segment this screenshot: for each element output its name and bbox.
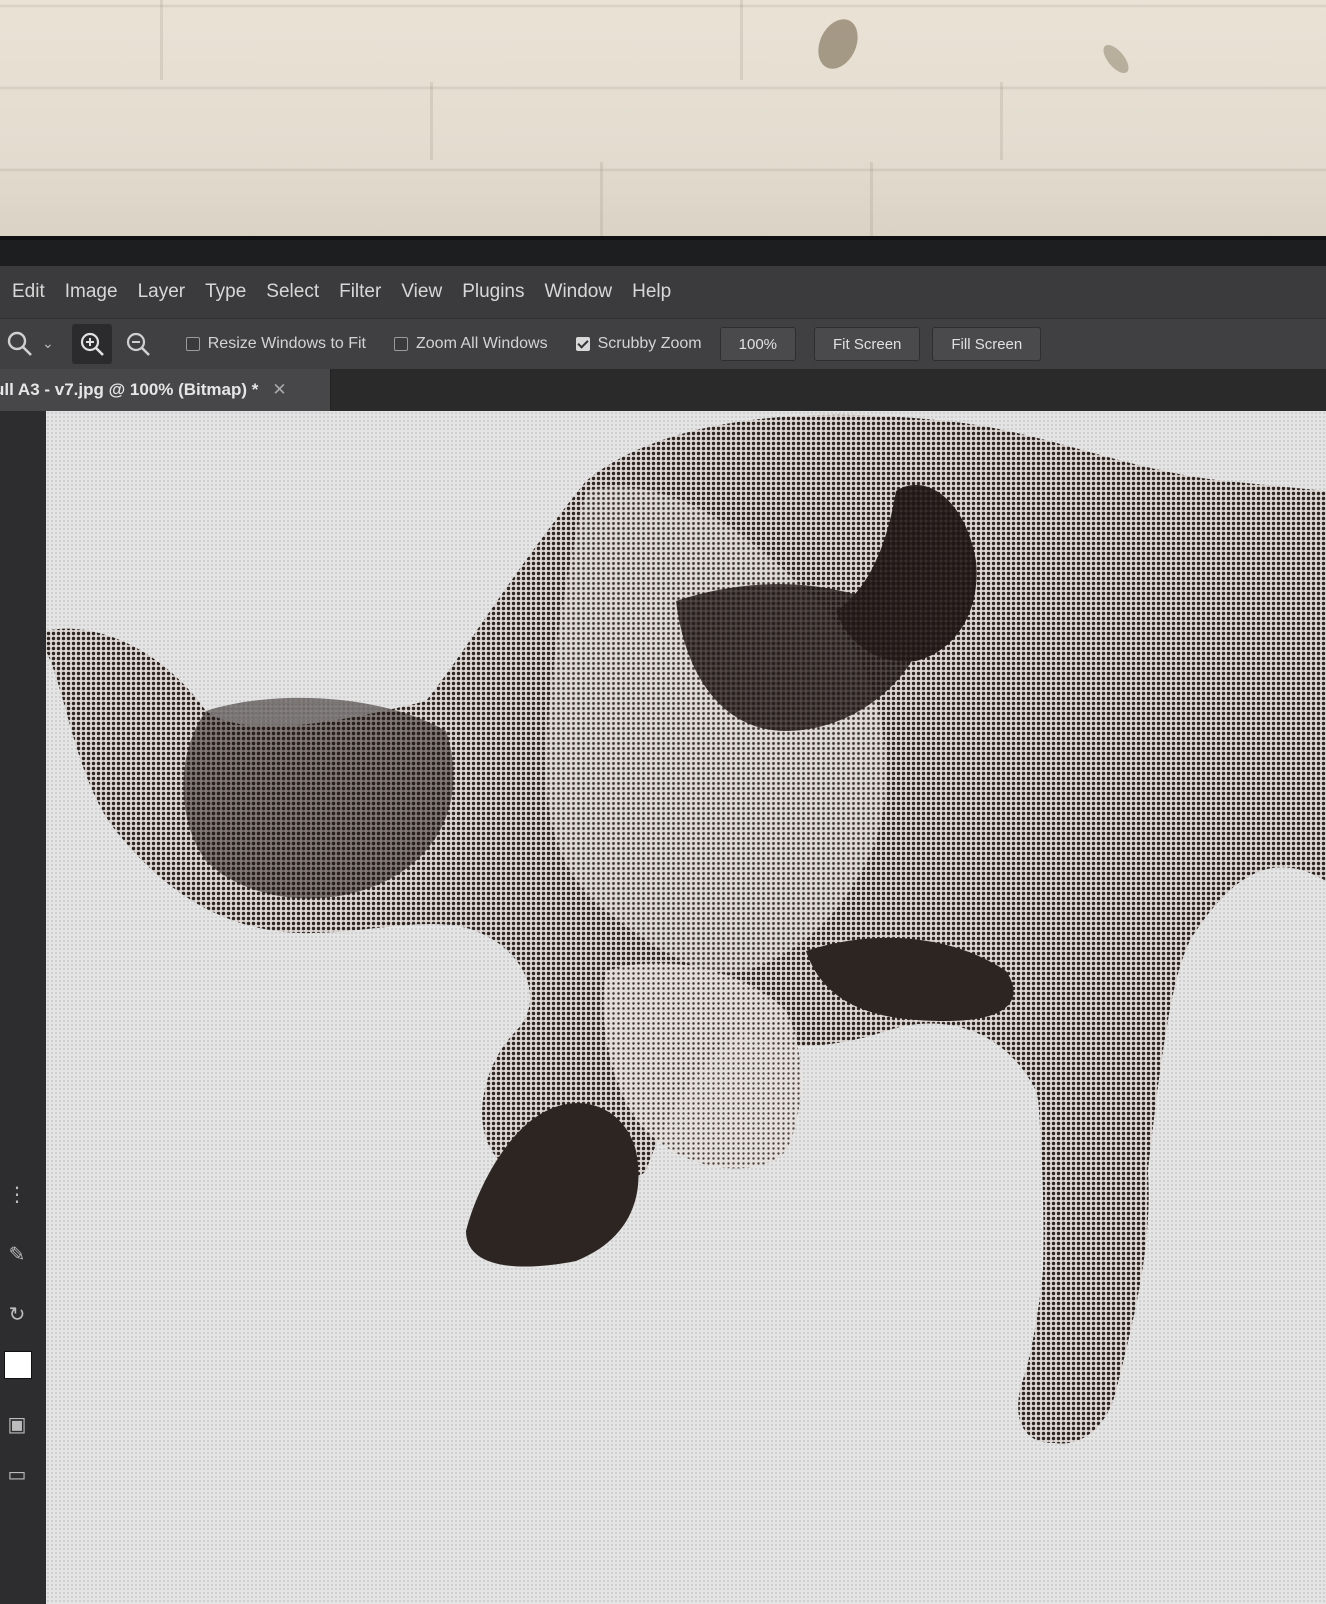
menu-filter[interactable]: Filter (331, 277, 389, 307)
rotate-view-icon[interactable]: ↻ (4, 1301, 30, 1327)
fill-screen-button[interactable]: Fill Screen (932, 327, 1042, 361)
menu-layer[interactable]: Layer (130, 277, 194, 307)
resize-windows-option[interactable]: Resize Windows to Fit (185, 335, 366, 353)
scrubby-zoom-checkbox[interactable] (575, 337, 590, 351)
wall-joint (160, 0, 163, 80)
wall-joint (600, 162, 603, 240)
wall-joint (430, 82, 433, 160)
document-tab-bar: ull A3 - v7.jpg @ 100% (Bitmap) * ✕ (0, 369, 1326, 411)
menu-view[interactable]: View (393, 277, 450, 307)
menu-window[interactable]: Window (537, 277, 621, 307)
zoom-out-icon[interactable] (118, 324, 158, 364)
tool-icon[interactable]: ⋮ (4, 1181, 30, 1207)
monitor: Edit Image Layer Type Select Filter View… (0, 236, 1326, 1604)
background-wall (0, 0, 1326, 250)
quick-mask-icon[interactable]: ▣ (4, 1411, 30, 1437)
menu-plugins[interactable]: Plugins (454, 277, 532, 307)
menu-type[interactable]: Type (197, 277, 254, 307)
wall-joint (870, 162, 873, 240)
options-bar: ⌄ Resize Windows to Fit Zoom All Windows… (0, 318, 1326, 370)
resize-windows-label: Resize Windows to Fit (207, 335, 366, 352)
zoom-100-button[interactable]: 100% (719, 327, 797, 361)
menu-help[interactable]: Help (624, 277, 679, 307)
zoom-all-windows-option[interactable]: Zoom All Windows (394, 335, 548, 353)
close-icon[interactable]: ✕ (272, 380, 286, 400)
zoom-tool-icon[interactable] (0, 324, 40, 364)
tool-icon[interactable]: ✎ (4, 1241, 30, 1267)
screen-mode-icon[interactable]: ▭ (4, 1461, 30, 1487)
zoom-all-windows-label: Zoom All Windows (416, 335, 548, 352)
menu-image[interactable]: Image (57, 277, 126, 307)
menu-edit[interactable]: Edit (4, 277, 53, 307)
menu-bar: Edit Image Layer Type Select Filter View… (0, 266, 1326, 318)
zoom-in-icon[interactable] (71, 324, 112, 364)
wall-joint (1000, 82, 1003, 160)
scrubby-zoom-label: Scrubby Zoom (597, 335, 702, 352)
halftone-bull-image (46, 414, 1326, 1444)
resize-windows-checkbox[interactable] (185, 337, 200, 351)
document-canvas[interactable] (46, 411, 1326, 1604)
document-tab-title: ull A3 - v7.jpg @ 100% (Bitmap) * (0, 380, 259, 399)
wall-joint (740, 0, 743, 80)
scrubby-zoom-option[interactable]: Scrubby Zoom (575, 335, 702, 353)
background-color-swatch[interactable] (4, 1351, 32, 1379)
wall-stain (1098, 40, 1134, 78)
zoom-all-windows-checkbox[interactable] (394, 337, 408, 351)
menu-select[interactable]: Select (258, 277, 327, 307)
fit-screen-button[interactable]: Fit Screen (814, 327, 921, 361)
wall-stain (810, 12, 866, 76)
chevron-down-icon[interactable]: ⌄ (42, 336, 54, 352)
tools-panel: ⋮ ✎ ↻ ▣ ▭ (0, 411, 47, 1604)
document-tab[interactable]: ull A3 - v7.jpg @ 100% (Bitmap) * ✕ (0, 369, 331, 411)
photoshop-window: Edit Image Layer Type Select Filter View… (0, 266, 1326, 1604)
